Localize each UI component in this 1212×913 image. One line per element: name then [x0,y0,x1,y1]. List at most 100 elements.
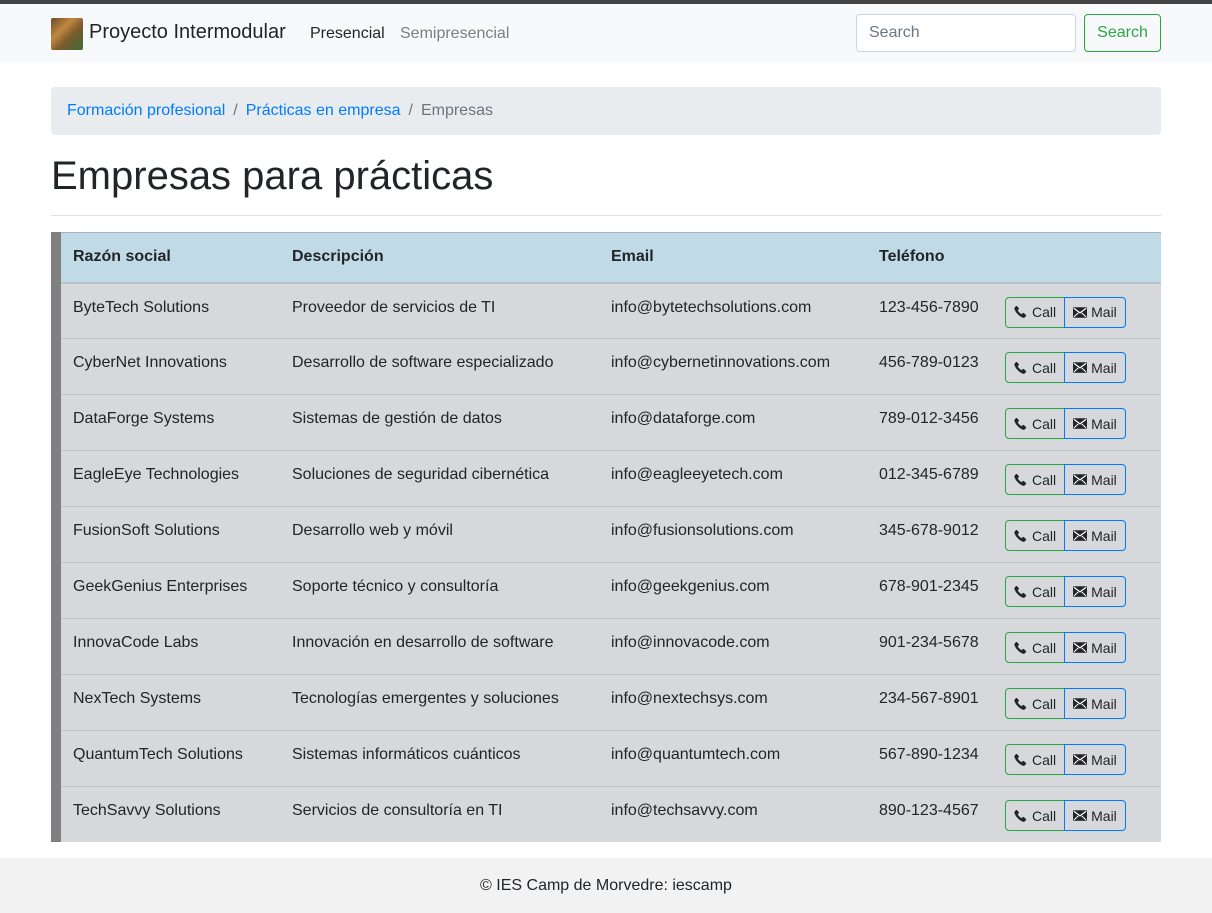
column-header-email: Email [599,232,867,284]
call-button[interactable]: Call [1005,688,1066,719]
phone-icon [1014,753,1028,767]
cell-actions: Call Mail [1001,619,1161,675]
column-header-actions [1001,232,1161,284]
call-button[interactable]: Call [1005,520,1066,551]
envelope-icon [1073,530,1088,541]
cell-email: info@techsavvy.com [611,802,758,819]
cell-descripcion: Soluciones de seguridad cibernética [292,466,550,483]
call-button[interactable]: Call [1005,576,1066,607]
contact-button-group: Call Mail [1005,520,1126,551]
mail-button-label: Mail [1091,751,1117,768]
cell-razon-social: DataForge Systems [73,410,215,427]
cell-email: info@geekgenius.com [611,578,770,595]
call-button[interactable]: Call [1005,744,1066,775]
cell-razon-social: FusionSoft Solutions [73,522,220,539]
mail-button[interactable]: Mail [1064,688,1126,719]
cell-descripcion: Sistemas informáticos cuánticos [292,746,521,763]
call-button[interactable]: Call [1005,408,1066,439]
cell-email: info@fusionsolutions.com [611,522,794,539]
cell-descripcion: Proveedor de servicios de TI [292,298,496,316]
phone-icon [1014,361,1028,375]
call-button[interactable]: Call [1005,800,1066,831]
breadcrumb-item-formacion[interactable]: Formación profesional [67,102,225,120]
cell-telefono: 012-345-6789 [879,466,979,483]
phone-icon [1014,417,1028,431]
cell-email: info@dataforge.com [611,410,756,427]
search-button[interactable]: Search [1084,14,1161,52]
mail-button[interactable]: Mail [1064,520,1126,551]
envelope-icon [1073,810,1088,821]
nav-link-semipresencial[interactable]: Semipresencial [400,25,509,43]
search-input[interactable] [856,14,1076,52]
mail-button[interactable]: Mail [1064,408,1126,439]
mail-button-label: Mail [1091,359,1117,376]
brand-name[interactable]: Proyecto Intermodular [89,21,286,44]
cell-email: info@bytetechsolutions.com [611,298,812,316]
mail-button-label: Mail [1091,695,1117,712]
cell-actions: Call Mail [1001,787,1161,843]
cell-actions: Call Mail [1001,283,1161,339]
nav-link-presencial[interactable]: Presencial [310,25,385,43]
table-row: ByteTech Solutions Proveedor de servicios… [61,283,1161,339]
mail-button[interactable]: Mail [1064,744,1126,775]
mail-button[interactable]: Mail [1064,352,1126,383]
mail-button-label: Mail [1091,415,1117,432]
call-button[interactable]: Call [1005,352,1066,383]
mail-button-label: Mail [1091,304,1117,320]
breadcrumb-separator: / [408,102,413,119]
call-button-label: Call [1032,527,1057,544]
column-header-descripcion: Descripción [280,232,599,284]
table-row: NexTech Systems Tecnologías emergentes y … [61,674,1161,731]
contact-button-group: Call Mail [1005,352,1126,383]
contact-button-group: Call Mail [1005,744,1126,775]
table-row: CyberNet Innovations Desarrollo de softwa… [61,338,1161,395]
cell-descripcion: Desarrollo web y móvil [292,522,453,539]
table-row: DataForge Systems Sistemas de gestión de … [61,394,1161,451]
call-button[interactable]: Call [1005,464,1066,495]
divider [51,215,1161,216]
cell-actions: Call Mail [1001,675,1161,731]
call-button-label: Call [1032,639,1057,656]
breadcrumb-item-active: Empresas [420,102,493,119]
cell-razon-social: TechSavvy Solutions [73,802,221,819]
cell-email: info@cybernetinnovations.com [611,354,831,371]
cell-email: info@eagleeyetech.com [611,466,783,483]
cell-razon-social: EagleEye Technologies [73,466,240,483]
envelope-icon [1073,306,1088,318]
envelope-icon [1073,642,1088,653]
contact-button-group: Call Mail [1005,296,1126,328]
call-button[interactable]: Call [1005,296,1066,328]
call-button-label: Call [1032,751,1057,768]
phone-icon [1014,585,1028,599]
mail-button[interactable]: Mail [1064,632,1126,663]
mail-button[interactable]: Mail [1064,296,1126,328]
call-button[interactable]: Call [1005,632,1066,663]
cell-razon-social: InnovaCode Labs [73,634,199,651]
column-header-telefono: Teléfono [867,232,1001,284]
contact-button-group: Call Mail [1005,632,1126,663]
cell-actions: Call Mail [1001,563,1161,619]
mail-button[interactable]: Mail [1064,800,1126,831]
phone-icon [1014,305,1028,319]
cell-telefono: 567-890-1234 [879,746,979,763]
cell-email: info@innovacode.com [611,634,770,651]
mail-button[interactable]: Mail [1064,576,1126,607]
navbar: Proyecto Intermodular Presencial Semipre… [0,4,1212,63]
companies-table: Razón social Descripción Email Teléfono … [51,232,1161,842]
mail-button[interactable]: Mail [1064,464,1126,495]
call-button-label: Call [1032,807,1057,824]
contact-button-group: Call Mail [1005,408,1126,439]
cell-razon-social: NexTech Systems [73,690,202,707]
cell-telefono: 123-456-7890 [879,298,979,316]
cell-descripcion: Innovación en desarrollo de software [292,634,554,651]
footer-text: © IES Camp de Morvedre: iescamp [480,876,732,894]
table-body: ByteTech Solutions Proveedor de servicios… [61,283,1161,843]
phone-icon [1014,809,1028,823]
brand-logo[interactable] [51,18,83,50]
breadcrumb-item-practicas[interactable]: Prácticas en empresa [246,102,401,120]
contact-button-group: Call Mail [1005,576,1126,607]
envelope-icon [1073,754,1088,765]
envelope-icon [1073,418,1088,429]
cell-actions: Call Mail [1001,731,1161,787]
cell-telefono: 678-901-2345 [879,578,979,595]
